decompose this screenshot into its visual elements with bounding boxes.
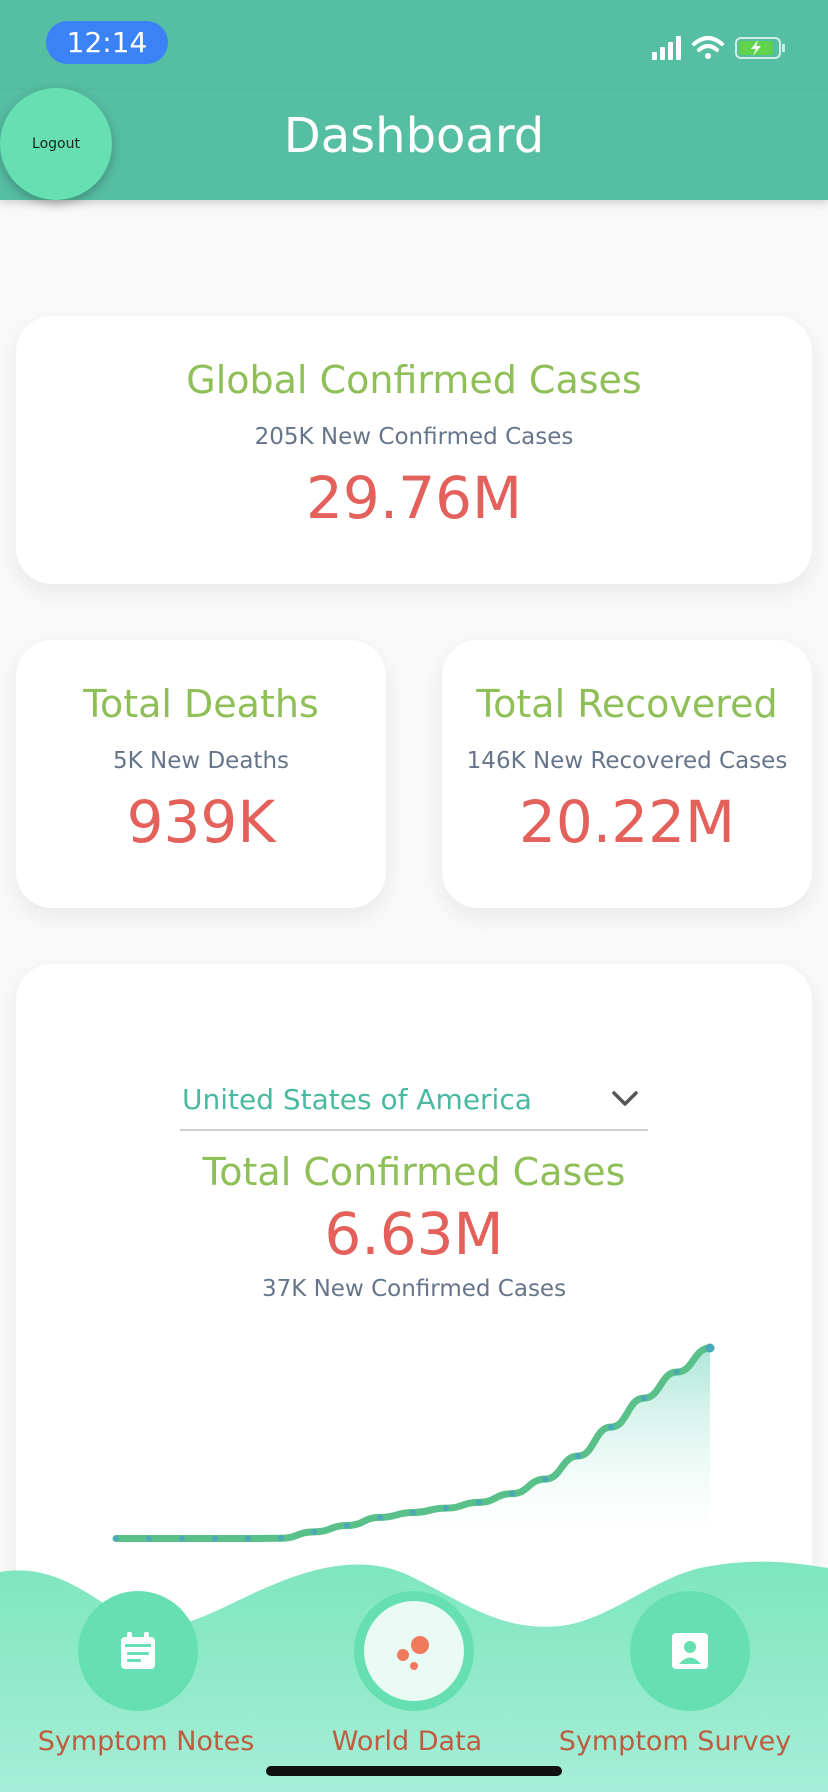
chart-point: [410, 1509, 416, 1516]
nav-label-world-data[interactable]: World Data: [292, 1726, 522, 1757]
chart-point: [212, 1535, 218, 1542]
chart-point: [113, 1535, 119, 1542]
chart-point: [476, 1499, 482, 1506]
chart-point: [674, 1369, 680, 1376]
logout-button[interactable]: Logout: [0, 88, 112, 200]
chart-point: [344, 1522, 350, 1529]
contact-card-icon: [672, 1633, 708, 1669]
nav-world-data-button[interactable]: [354, 1591, 474, 1711]
chart-point: [509, 1490, 515, 1497]
chart-point: [705, 1343, 715, 1353]
nav-symptom-notes-button[interactable]: [78, 1591, 198, 1711]
cases-trend-chart: [112, 1343, 715, 1543]
chart-point: [542, 1476, 548, 1483]
home-indicator: [266, 1766, 562, 1776]
chart-point: [641, 1395, 647, 1402]
chart-point: [245, 1535, 251, 1542]
calendar-icon: [121, 1632, 155, 1669]
chart-point: [311, 1528, 317, 1535]
chart-point: [146, 1535, 152, 1542]
chart-point: [443, 1505, 449, 1512]
bubbles-icon: [397, 1636, 429, 1670]
chart-point: [278, 1535, 284, 1542]
nav-symptom-survey-button[interactable]: [630, 1591, 750, 1711]
nav-label-symptom-notes[interactable]: Symptom Notes: [16, 1726, 276, 1757]
chart-point: [575, 1453, 581, 1460]
chart-point: [608, 1424, 614, 1431]
chart-point: [377, 1514, 383, 1521]
chart-point: [179, 1535, 185, 1542]
nav-label-symptom-survey[interactable]: Symptom Survey: [548, 1726, 802, 1757]
